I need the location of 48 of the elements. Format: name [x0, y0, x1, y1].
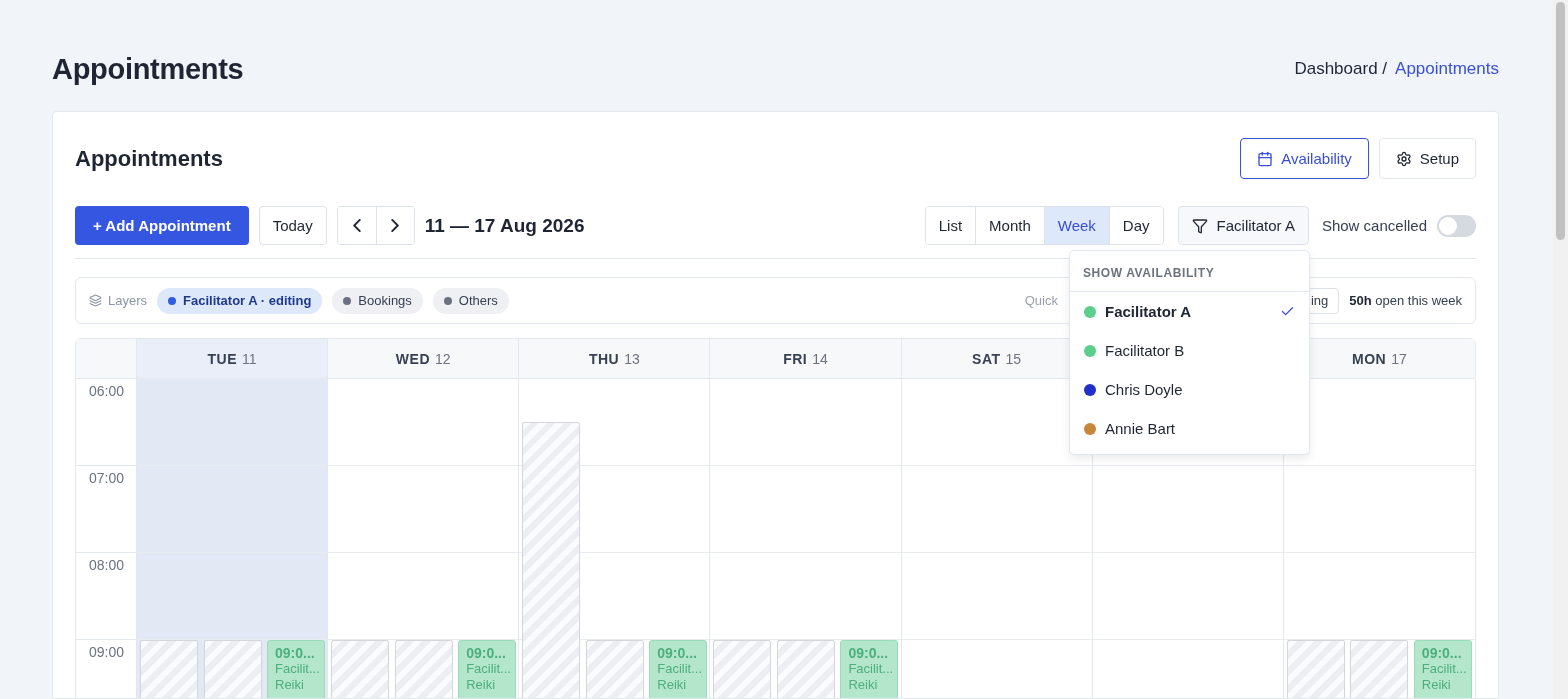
- filter-button[interactable]: Facilitator A: [1177, 206, 1309, 245]
- day-name: TUE: [207, 350, 238, 367]
- day-date: 15: [1005, 350, 1022, 367]
- add-appointment-button[interactable]: + Add Appointment: [75, 206, 249, 245]
- time-label: 06:00: [76, 379, 136, 466]
- day-name: FRI: [783, 350, 808, 367]
- day-name: MON: [1352, 350, 1387, 367]
- filter-icon: [1191, 217, 1208, 234]
- view-tab[interactable]: Day: [1108, 207, 1163, 244]
- page-title: Appointments: [52, 52, 244, 86]
- chevron-left-icon: [352, 219, 361, 232]
- day-name: THU: [588, 350, 620, 367]
- open-hours: 50h open this week: [1349, 293, 1462, 308]
- time-label: 07:00: [76, 466, 136, 553]
- dropdown-item[interactable]: Chris Doyle: [1070, 370, 1309, 409]
- show-cancelled-toggle[interactable]: [1437, 214, 1476, 237]
- date-range: 11 — 17 Aug 2026: [424, 214, 585, 237]
- layer-chip[interactable]: Facilitator A · editing: [157, 287, 323, 314]
- layers-label: Layers: [108, 293, 148, 308]
- breadcrumb-link[interactable]: Dashboard /: [1294, 59, 1388, 79]
- time-label: 08:00: [76, 553, 136, 640]
- day-name: SAT: [972, 350, 1001, 367]
- scrollbar[interactable]: [1553, 0, 1568, 699]
- layer-chip[interactable]: Others: [432, 287, 509, 314]
- day-date: 12: [435, 350, 451, 367]
- view-tab[interactable]: Week: [1043, 207, 1109, 244]
- availability-button[interactable]: Availability: [1240, 138, 1369, 179]
- breadcrumb-link[interactable]: Appointments: [1395, 59, 1499, 79]
- day-date: 13: [624, 350, 640, 367]
- next-button[interactable]: [375, 207, 414, 244]
- setup-button[interactable]: Setup: [1378, 138, 1476, 179]
- dropdown-item[interactable]: Facilitator B: [1070, 331, 1309, 370]
- quick-label: Quick: [1024, 293, 1058, 308]
- day-name: WED: [395, 350, 430, 367]
- toggle-label: Show cancelled: [1321, 217, 1427, 234]
- calendar-icon: [1257, 150, 1274, 167]
- settings-icon: [1395, 150, 1412, 167]
- dropdown-item[interactable]: Annie Bart: [1070, 409, 1309, 448]
- time-label: 09:00: [76, 640, 136, 698]
- layer-chip[interactable]: Bookings: [332, 287, 423, 314]
- day-date: 14: [812, 350, 828, 367]
- card-title: Appointments: [75, 145, 223, 172]
- today-button[interactable]: Today: [258, 206, 327, 245]
- day-date: 17: [1391, 350, 1407, 367]
- dropdown-heading: SHOW AVAILABILITY: [1070, 251, 1309, 292]
- chevron-right-icon: [391, 219, 400, 232]
- day-date: 11: [242, 350, 257, 367]
- layers-icon: [89, 294, 102, 307]
